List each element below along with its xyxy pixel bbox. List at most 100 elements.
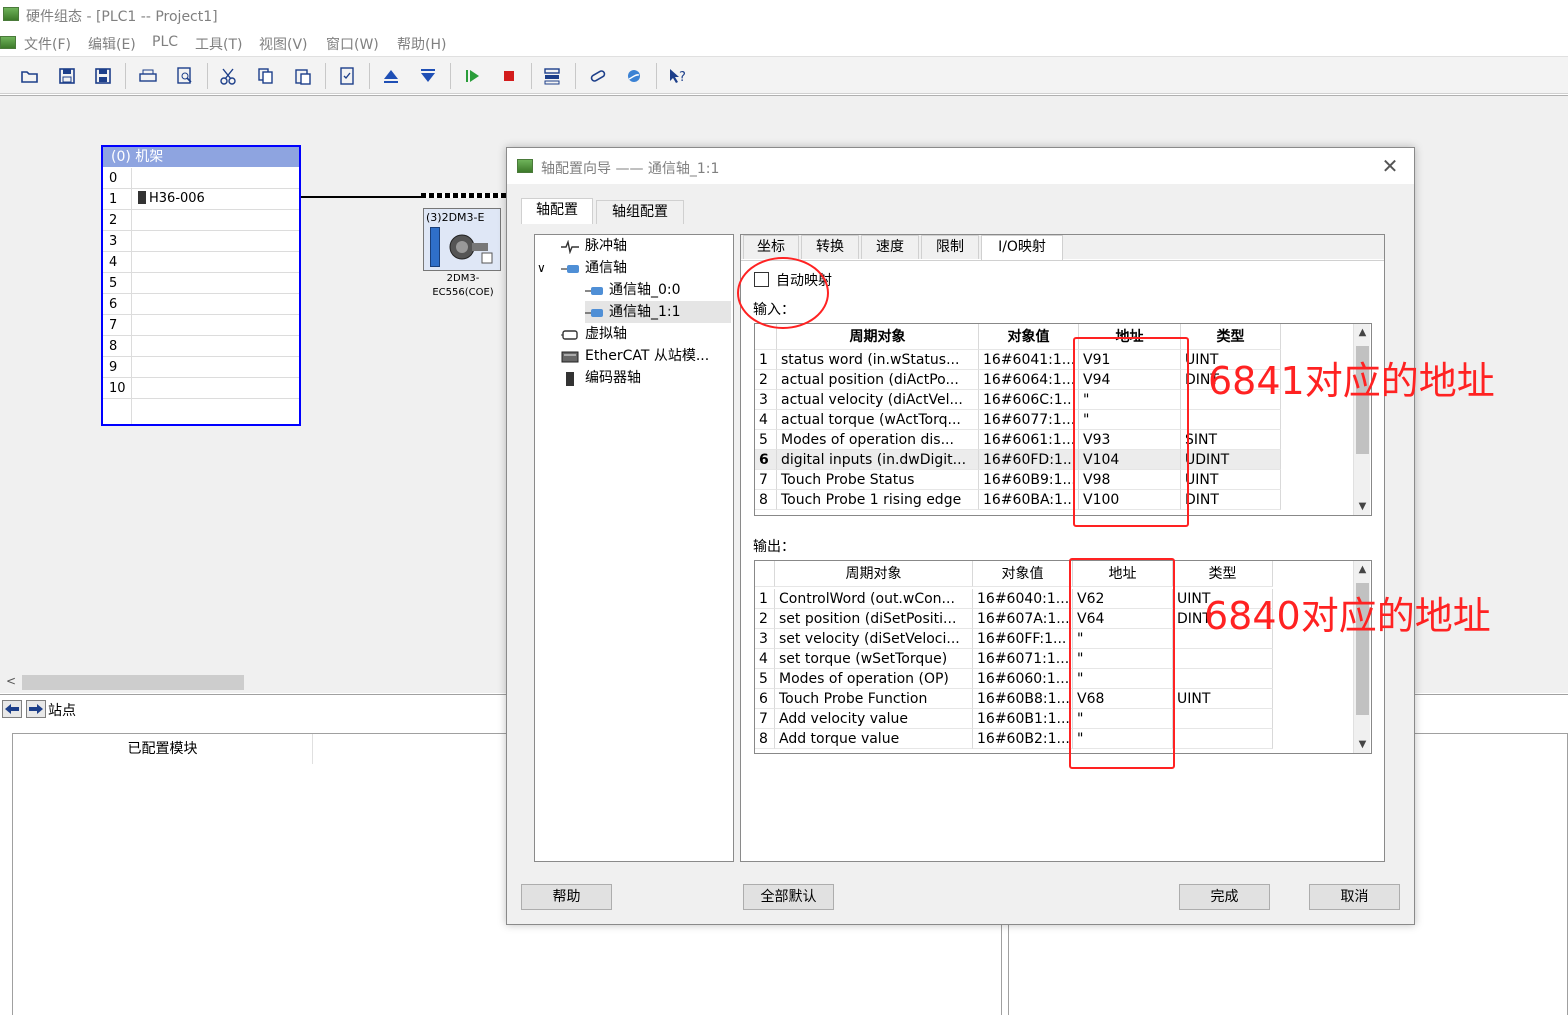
tree-item-comm-axis-0[interactable]: 通信轴_0:0 bbox=[585, 279, 681, 301]
servo-motor-icon bbox=[444, 229, 494, 267]
menu-help[interactable]: 帮助(H) bbox=[397, 34, 446, 54]
back-arrow-icon[interactable] bbox=[2, 700, 22, 718]
table-header: 周期对象 对象值 地址 类型 bbox=[755, 324, 1353, 350]
network-view-icon[interactable] bbox=[542, 65, 564, 87]
subtab-speed[interactable]: 速度 bbox=[861, 235, 919, 259]
menu-tools[interactable]: 工具(T) bbox=[195, 34, 242, 54]
subtab-io-mapping[interactable]: I/O映射 bbox=[981, 235, 1063, 261]
copy-icon[interactable] bbox=[255, 65, 277, 87]
print-preview-icon[interactable] bbox=[174, 65, 196, 87]
save-all-icon[interactable] bbox=[92, 65, 114, 87]
chevron-down-icon[interactable]: ∨ bbox=[537, 261, 546, 275]
annotation-input-note: 6841对应的地址 bbox=[1208, 359, 1495, 403]
rack-slot[interactable]: 0 bbox=[103, 168, 299, 189]
col-object-value: 对象值 bbox=[973, 561, 1073, 587]
app-icon bbox=[3, 7, 19, 21]
tree-item-ethercat-slave[interactable]: EtherCAT 从站模... bbox=[561, 345, 709, 367]
dialog-app-icon bbox=[517, 159, 533, 173]
encoder-icon bbox=[561, 371, 579, 386]
upload-icon[interactable] bbox=[380, 65, 402, 87]
help-button[interactable]: 帮助 bbox=[521, 884, 612, 910]
station-label: 站点 bbox=[48, 703, 76, 719]
svg-text:?: ? bbox=[679, 70, 686, 85]
run-icon[interactable] bbox=[461, 65, 483, 87]
forward-arrow-icon[interactable] bbox=[26, 700, 46, 718]
tree-item-comm-axis-1[interactable]: 通信轴_1:1 bbox=[585, 301, 731, 323]
menu-window[interactable]: 窗口(W) bbox=[326, 34, 379, 54]
scroll-up-icon[interactable]: ▲ bbox=[1354, 561, 1371, 578]
scroll-left-icon[interactable]: < bbox=[6, 674, 16, 688]
rack-slot[interactable]: 4 bbox=[103, 252, 299, 273]
axis-config-dialog: 轴配置向导 —— 通信轴_1:1 ✕ 轴配置 轴组配置 脉冲轴 ∨ 通信轴 通信… bbox=[506, 147, 1415, 925]
scroll-up-icon[interactable]: ▲ bbox=[1354, 324, 1371, 341]
subtab-coordinate[interactable]: 坐标 bbox=[743, 235, 799, 259]
annotation-output-address-box bbox=[1069, 558, 1175, 769]
tab-axis-group-config[interactable]: 轴组配置 bbox=[596, 200, 684, 224]
context-help-icon[interactable]: ? bbox=[667, 65, 689, 87]
scroll-down-icon[interactable]: ▼ bbox=[1354, 498, 1371, 515]
tree-item-pulse-axis[interactable]: 脉冲轴 bbox=[561, 235, 627, 257]
reset-all-button[interactable]: 全部默认 bbox=[743, 884, 834, 910]
rack-slot[interactable]: 5 bbox=[103, 273, 299, 294]
open-icon[interactable] bbox=[19, 65, 41, 87]
rack-slot[interactable]: 10 bbox=[103, 378, 299, 399]
table-header: 周期对象 对象值 地址 类型 bbox=[755, 561, 1353, 587]
paste-icon[interactable] bbox=[292, 65, 314, 87]
finish-button[interactable]: 完成 bbox=[1179, 884, 1270, 910]
menu-file[interactable]: 文件(F) bbox=[24, 34, 71, 54]
col-cyclic-object: 周期对象 bbox=[775, 561, 973, 587]
dialog-title: 轴配置向导 —— 通信轴_1:1 bbox=[541, 161, 720, 177]
col-type: 类型 bbox=[1173, 561, 1273, 587]
close-icon[interactable]: ✕ bbox=[1378, 154, 1402, 178]
properties-icon[interactable] bbox=[336, 65, 358, 87]
menu-edit[interactable]: 编辑(E) bbox=[88, 34, 136, 54]
comm-axis-icon bbox=[585, 305, 603, 319]
pulse-icon bbox=[561, 239, 579, 255]
device-label: (3)2DM3-E bbox=[426, 211, 485, 224]
cancel-button[interactable]: 取消 bbox=[1309, 884, 1400, 910]
monitor-icon[interactable] bbox=[623, 65, 645, 87]
print-icon[interactable] bbox=[137, 65, 159, 87]
save-icon[interactable] bbox=[56, 65, 78, 87]
comm-axis-icon bbox=[585, 283, 603, 297]
window-title-bar: 硬件组态 - [PLC1 -- Project1] bbox=[0, 0, 1568, 30]
servo-drive-device[interactable]: (3)2DM3-E bbox=[423, 208, 501, 271]
col-object-value: 对象值 bbox=[979, 324, 1079, 350]
toolbar: ? bbox=[0, 56, 1568, 94]
menu-plc[interactable]: PLC bbox=[152, 34, 178, 50]
axis-tree: 脉冲轴 ∨ 通信轴 通信轴_0:0 通信轴_1:1 虚拟轴 EtherCAT 从… bbox=[534, 234, 734, 862]
tree-item-comm-axis[interactable]: 通信轴 bbox=[561, 257, 627, 279]
annotation-input-address-box bbox=[1073, 337, 1189, 527]
link-icon[interactable] bbox=[587, 65, 609, 87]
rack-slot[interactable]: 9 bbox=[103, 357, 299, 378]
rack-panel[interactable]: (0) 机架 0 1 H36-006 2 3 4 5 6 7 8 9 10 bbox=[101, 145, 301, 426]
stop-icon[interactable] bbox=[498, 65, 520, 87]
rack-slot[interactable]: 1 H36-006 bbox=[103, 189, 299, 210]
dialog-title-bar: 轴配置向导 —— 通信轴_1:1 ✕ bbox=[507, 148, 1414, 184]
subtab-conversion[interactable]: 转换 bbox=[801, 235, 859, 259]
subtab-limit[interactable]: 限制 bbox=[921, 235, 979, 259]
comm-axis-icon bbox=[561, 261, 579, 275]
bus-connector bbox=[421, 193, 511, 198]
scroll-down-icon[interactable]: ▼ bbox=[1354, 736, 1371, 753]
output-label: 输出： bbox=[753, 539, 795, 555]
menu-view[interactable]: 视图(V) bbox=[259, 34, 308, 54]
rack-slot[interactable]: 8 bbox=[103, 336, 299, 357]
rack-slot[interactable]: 6 bbox=[103, 294, 299, 315]
col-type: 类型 bbox=[1181, 324, 1281, 350]
tree-item-virtual-axis[interactable]: 虚拟轴 bbox=[561, 323, 627, 345]
scroll-thumb[interactable] bbox=[22, 675, 244, 690]
rack-slot[interactable]: 2 bbox=[103, 210, 299, 231]
configured-modules-header: 已配置模块 bbox=[13, 734, 313, 764]
tree-item-encoder-axis[interactable]: 编码器轴 bbox=[561, 367, 641, 389]
cut-icon[interactable] bbox=[217, 65, 239, 87]
rack-slot[interactable]: 7 bbox=[103, 315, 299, 336]
module-icon bbox=[138, 191, 146, 204]
tab-axis-config[interactable]: 轴配置 bbox=[521, 198, 593, 224]
ethercat-icon bbox=[561, 349, 579, 363]
col-cyclic-object: 周期对象 bbox=[777, 324, 979, 350]
virtual-axis-icon bbox=[561, 327, 579, 341]
menu-bar: 文件(F) 编辑(E) PLC 工具(T) 视图(V) 窗口(W) 帮助(H) bbox=[0, 30, 1568, 56]
rack-slot[interactable]: 3 bbox=[103, 231, 299, 252]
download-icon[interactable] bbox=[417, 65, 439, 87]
